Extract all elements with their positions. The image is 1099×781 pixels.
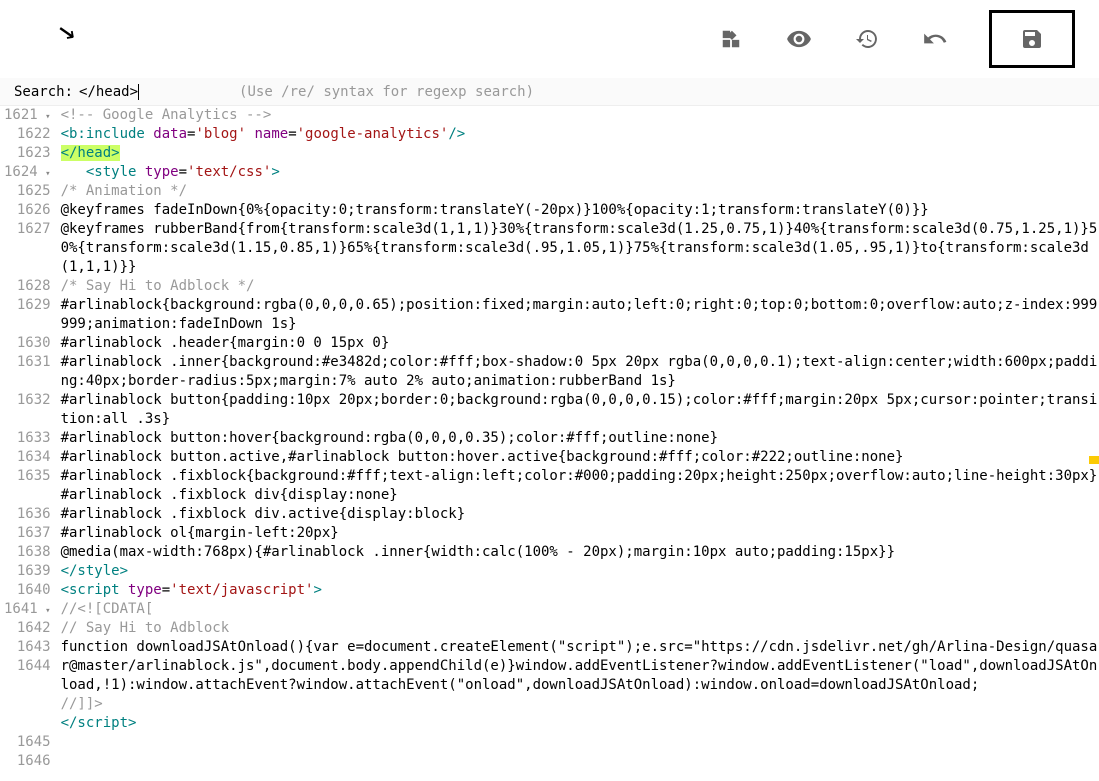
code-area[interactable]: <!-- Google Analytics --> <b:include dat… [57, 106, 1099, 781]
code-line: #arlinablock button:hover{background:rgb… [61, 429, 1099, 448]
code-line: // Say Hi to Adblock [61, 619, 1099, 638]
code-line: #arlinablock button{padding:10px 20px;bo… [61, 391, 1099, 429]
code-line: <script type='text/javascript'> [61, 581, 1099, 600]
code-line: //<![CDATA[ [61, 600, 1099, 619]
code-line: /* Animation */ [61, 182, 1099, 201]
undo-icon[interactable] [921, 25, 949, 53]
code-editor[interactable]: 1621162216231624162516261627162816291630… [0, 106, 1099, 781]
line-gutter: 1621162216231624162516261627162816291630… [0, 106, 57, 781]
code-line: <style type='text/css'> [61, 163, 1099, 182]
toolbar [0, 0, 1099, 78]
code-line: @media(max-width:768px){#arlinablock .in… [61, 543, 1099, 562]
code-line: @keyframes rubberBand{from{transform:sca… [61, 220, 1099, 277]
code-line: #arlinablock .fixblock div{display:none} [61, 486, 1099, 505]
code-line: <!-- Google Analytics --> [61, 107, 272, 123]
search-input[interactable]: </head> [79, 84, 138, 100]
search-label: Search: [14, 84, 73, 100]
search-hint: (Use /re/ syntax for regexp search) [239, 84, 534, 100]
code-line: <b:include data='blog' name='google-anal… [61, 125, 1099, 144]
code-line: </style> [61, 562, 1099, 581]
code-line: #arlinablock{background:rgba(0,0,0,0.65)… [61, 296, 1099, 334]
save-button[interactable] [989, 10, 1075, 68]
code-line: #arlinablock .fixblock{background:#fff;t… [61, 467, 1099, 486]
code-line: //]]> [61, 695, 1099, 714]
history-icon[interactable] [853, 25, 881, 53]
search-cursor [138, 84, 139, 100]
widgets-icon[interactable] [717, 25, 745, 53]
code-line: @keyframes fadeInDown{0%{opacity:0;trans… [61, 201, 1099, 220]
scroll-search-marker [1089, 456, 1099, 464]
code-line: /* Say Hi to Adblock */ [61, 277, 1099, 296]
code-line: function downloadJSAtOnload(){var e=docu… [61, 638, 1099, 695]
code-line: </script> [61, 714, 1099, 733]
code-line: #arlinablock button.active,#arlinablock … [61, 448, 1099, 467]
code-line: #arlinablock .header{margin:0 0 15px 0} [61, 334, 1099, 353]
code-line: #arlinablock .inner{background:#e3482d;c… [61, 353, 1099, 391]
code-line: #arlinablock ol{margin-left:20px} [61, 524, 1099, 543]
code-line: #arlinablock .fixblock div.active{displa… [61, 505, 1099, 524]
eye-icon[interactable] [785, 25, 813, 53]
search-bar: Search: </head> (Use /re/ syntax for reg… [0, 78, 1099, 106]
code-line: </head> [61, 144, 1099, 163]
